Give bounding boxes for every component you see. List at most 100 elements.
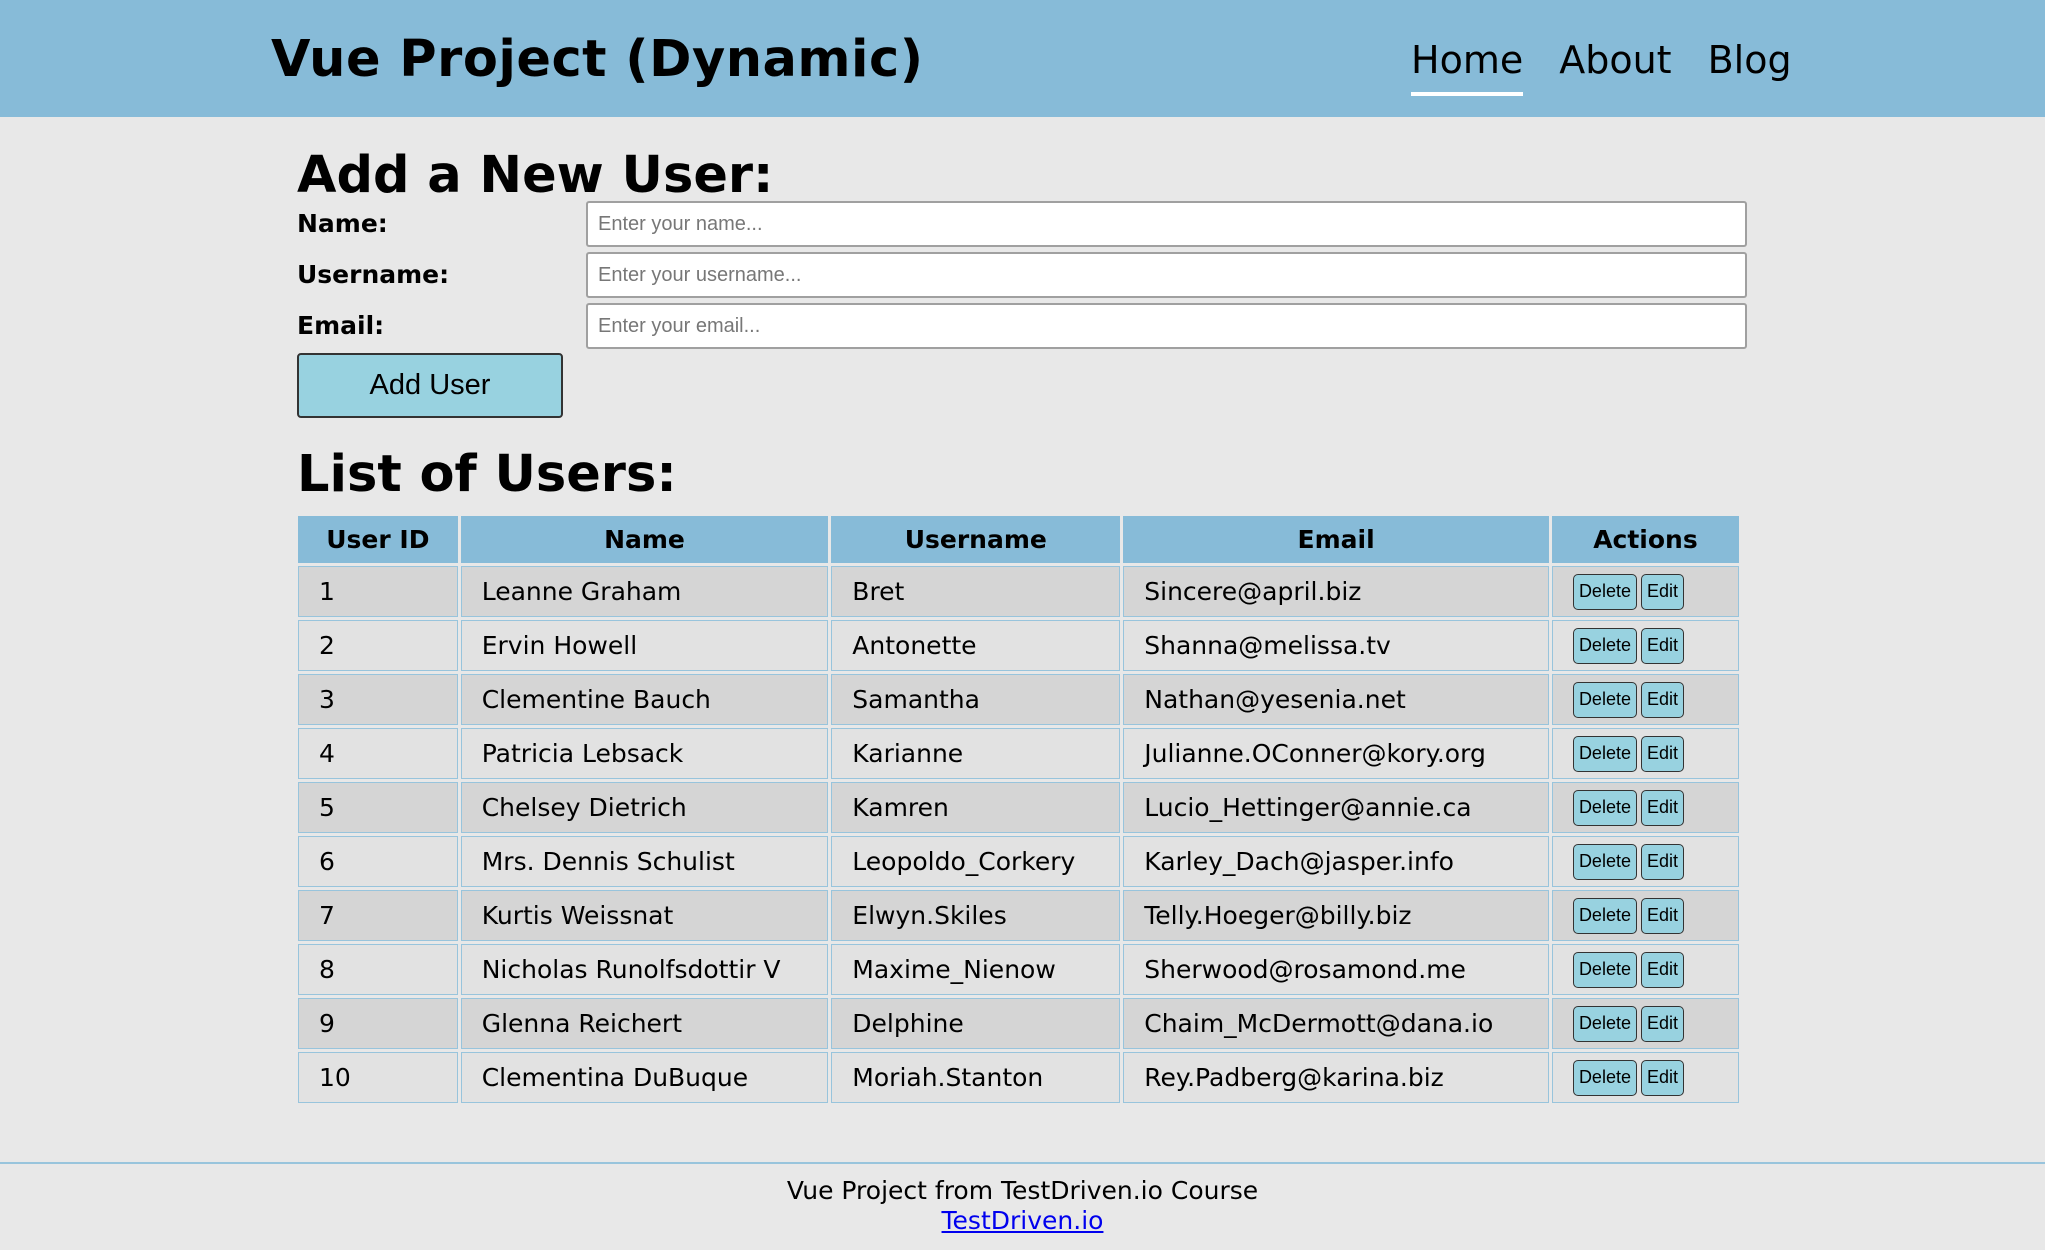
- column-header-username: Username: [831, 516, 1121, 563]
- delete-button[interactable]: Delete: [1572, 843, 1637, 880]
- name-label: Name:: [297, 209, 388, 238]
- table-row: 4 Patricia Lebsack Karianne Julianne.OConne…: [298, 728, 1739, 779]
- delete-button[interactable]: Delete: [1572, 627, 1637, 664]
- footer-text: Vue Project from TestDriven.io Course: [786, 1176, 1259, 1205]
- cell-actions: Delete Edit: [1551, 674, 1739, 725]
- edit-button[interactable]: Edit: [1640, 627, 1684, 664]
- cell-email: Shanna@melissa.tv: [1123, 620, 1549, 671]
- edit-button[interactable]: Edit: [1640, 573, 1684, 610]
- column-header-user-id: User ID: [298, 516, 458, 563]
- cell-name: Leanne Graham: [460, 566, 829, 617]
- cell-username: Samantha: [831, 674, 1121, 725]
- main-nav: Home About Blog: [1411, 36, 1792, 96]
- cell-name: Kurtis Weissnat: [460, 890, 829, 941]
- username-input[interactable]: [586, 252, 1747, 298]
- cell-id: 4: [298, 728, 458, 779]
- cell-username: Delphine: [831, 998, 1121, 1049]
- cell-name: Patricia Lebsack: [460, 728, 829, 779]
- footer-link[interactable]: TestDriven.io: [942, 1206, 1104, 1235]
- table-row: 3 Clementine Bauch Samantha Nathan@yesenia.…: [298, 674, 1739, 725]
- cell-username: Karianne: [831, 728, 1121, 779]
- nav-about[interactable]: About: [1559, 36, 1671, 84]
- delete-button[interactable]: Delete: [1572, 789, 1637, 826]
- username-row: Username:: [297, 252, 1747, 298]
- edit-button[interactable]: Edit: [1640, 843, 1684, 880]
- delete-button[interactable]: Delete: [1572, 951, 1637, 988]
- cell-email: Nathan@yesenia.net: [1123, 674, 1549, 725]
- cell-email: Chaim_McDermott@dana.io: [1123, 998, 1549, 1049]
- add-user-heading: Add a New User:: [297, 146, 774, 205]
- cell-name: Chelsey Dietrich: [460, 782, 829, 833]
- cell-actions: Delete Edit: [1551, 944, 1739, 995]
- users-table: User ID Name Username Email Actions 1 Lea…: [295, 513, 1742, 1106]
- cell-username: Leopoldo_Corkery: [831, 836, 1121, 887]
- column-header-actions: Actions: [1551, 516, 1739, 563]
- name-input[interactable]: [586, 201, 1747, 247]
- cell-email: Telly.Hoeger@billy.biz: [1123, 890, 1549, 941]
- add-user-button[interactable]: Add User: [297, 353, 563, 418]
- cell-id: 7: [298, 890, 458, 941]
- email-row: Email:: [297, 303, 1747, 349]
- edit-button[interactable]: Edit: [1640, 735, 1684, 772]
- cell-username: Moriah.Stanton: [831, 1052, 1121, 1103]
- cell-email: Karley_Dach@jasper.info: [1123, 836, 1549, 887]
- delete-button[interactable]: Delete: [1572, 1005, 1637, 1042]
- cell-email: Sherwood@rosamond.me: [1123, 944, 1549, 995]
- cell-name: Mrs. Dennis Schulist: [460, 836, 829, 887]
- footer-divider: [0, 1162, 2045, 1164]
- edit-button[interactable]: Edit: [1640, 1059, 1684, 1096]
- user-list-heading: List of Users:: [297, 445, 677, 504]
- delete-button[interactable]: Delete: [1572, 1059, 1637, 1096]
- column-header-name: Name: [460, 516, 829, 563]
- cell-email: Rey.Padberg@karina.biz: [1123, 1052, 1549, 1103]
- name-row: Name:: [297, 201, 1747, 247]
- cell-actions: Delete Edit: [1551, 1052, 1739, 1103]
- edit-button[interactable]: Edit: [1640, 789, 1684, 826]
- delete-button[interactable]: Delete: [1572, 735, 1637, 772]
- column-header-email: Email: [1123, 516, 1549, 563]
- table-row: 2 Ervin Howell Antonette Shanna@melissa.tv D…: [298, 620, 1739, 671]
- edit-button[interactable]: Edit: [1640, 897, 1684, 934]
- app-title: Vue Project (Dynamic): [271, 30, 924, 89]
- nav-home[interactable]: Home: [1411, 36, 1524, 96]
- cell-id: 9: [298, 998, 458, 1049]
- delete-button[interactable]: Delete: [1572, 573, 1637, 610]
- username-label: Username:: [297, 260, 450, 289]
- footer: Vue Project from TestDriven.io Course Te…: [0, 1176, 2045, 1236]
- table-row: 9 Glenna Reichert Delphine Chaim_McDermott@…: [298, 998, 1739, 1049]
- cell-id: 10: [298, 1052, 458, 1103]
- cell-email: Sincere@april.biz: [1123, 566, 1549, 617]
- email-input[interactable]: [586, 303, 1747, 349]
- cell-actions: Delete Edit: [1551, 836, 1739, 887]
- delete-button[interactable]: Delete: [1572, 897, 1637, 934]
- table-row: 10 Clementina DuBuque Moriah.Stanton Rey.Pa…: [298, 1052, 1739, 1103]
- cell-id: 5: [298, 782, 458, 833]
- table-row: 5 Chelsey Dietrich Kamren Lucio_Hettinger@a…: [298, 782, 1739, 833]
- cell-email: Lucio_Hettinger@annie.ca: [1123, 782, 1549, 833]
- cell-actions: Delete Edit: [1551, 620, 1739, 671]
- cell-name: Glenna Reichert: [460, 998, 829, 1049]
- cell-username: Elwyn.Skiles: [831, 890, 1121, 941]
- edit-button[interactable]: Edit: [1640, 1005, 1684, 1042]
- cell-id: 8: [298, 944, 458, 995]
- nav-blog[interactable]: Blog: [1708, 36, 1792, 84]
- cell-name: Nicholas Runolfsdottir V: [460, 944, 829, 995]
- cell-email: Julianne.OConner@kory.org: [1123, 728, 1549, 779]
- table-header-row: User ID Name Username Email Actions: [298, 516, 1739, 563]
- delete-button[interactable]: Delete: [1572, 681, 1637, 718]
- cell-actions: Delete Edit: [1551, 566, 1739, 617]
- table-row: 6 Mrs. Dennis Schulist Leopoldo_Corkery Kar…: [298, 836, 1739, 887]
- cell-username: Antonette: [831, 620, 1121, 671]
- edit-button[interactable]: Edit: [1640, 681, 1684, 718]
- cell-id: 3: [298, 674, 458, 725]
- table-row: 1 Leanne Graham Bret Sincere@april.biz Delet…: [298, 566, 1739, 617]
- edit-button[interactable]: Edit: [1640, 951, 1684, 988]
- cell-username: Kamren: [831, 782, 1121, 833]
- cell-name: Clementina DuBuque: [460, 1052, 829, 1103]
- cell-name: Clementine Bauch: [460, 674, 829, 725]
- cell-actions: Delete Edit: [1551, 890, 1739, 941]
- cell-actions: Delete Edit: [1551, 782, 1739, 833]
- cell-actions: Delete Edit: [1551, 728, 1739, 779]
- email-label: Email:: [297, 311, 385, 340]
- cell-name: Ervin Howell: [460, 620, 829, 671]
